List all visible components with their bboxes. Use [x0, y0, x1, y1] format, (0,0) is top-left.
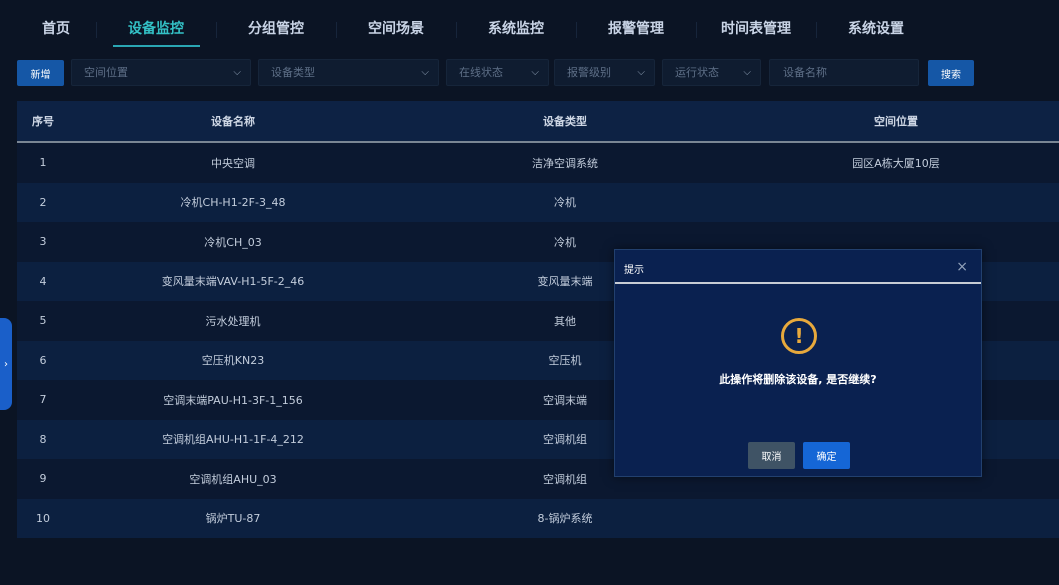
cell-device-type: 8-锅炉系统 [537, 512, 593, 526]
tab-system-settings[interactable]: 系统设置 [816, 14, 936, 46]
run-status-select[interactable]: 运行状态 ⌵ [662, 59, 761, 86]
cell-index: 9 [39, 472, 47, 486]
alarm-level-select-label: 报警级别 [567, 66, 611, 79]
tab-group-control[interactable]: 分组管控 [216, 14, 336, 46]
cell-device-type: 洁净空调系统 [532, 156, 598, 170]
cell-device-name: 空压机KN23 [201, 354, 265, 368]
cell-index: 10 [36, 511, 50, 525]
cell-device-type: 冷机 [554, 235, 576, 249]
warning-icon: ! [781, 318, 817, 354]
cell-index: 6 [39, 353, 47, 367]
tab-device-monitor[interactable]: 设备监控 [96, 14, 216, 47]
chevron-down-icon: ⌵ [233, 67, 241, 78]
table-row[interactable]: 2 冷机CH-H1-2F-3_48 冷机 [17, 182, 1059, 222]
confirm-dialog: 提示 × ! 此操作将删除该设备, 是否继续? 取消 确定 [614, 249, 982, 477]
device-type-select-label: 设备类型 [271, 66, 315, 79]
cell-index: 7 [39, 393, 47, 407]
chevron-down-icon: ⌵ [531, 67, 539, 78]
chevron-down-icon: ⌵ [743, 67, 751, 78]
top-nav: 首页 设备监控 分组管控 空间场景 系统监控 报警管理 时间表管理 系统设置 [16, 14, 1059, 47]
cell-index: 1 [39, 156, 47, 170]
cell-device-name: 空调末端PAU-H1-3F-1_156 [163, 393, 303, 407]
new-button[interactable]: 新增 [17, 60, 64, 86]
space-select-label: 空间位置 [84, 66, 128, 79]
header-device-name: 设备名称 [211, 115, 255, 128]
cell-index: 5 [39, 314, 47, 328]
search-button[interactable]: 搜索 [928, 60, 974, 86]
alarm-level-select[interactable]: 报警级别 ⌵ [554, 59, 655, 86]
cell-space-location: 园区A栋大厦10层 [852, 156, 940, 170]
table-header: 序号 设备名称 设备类型 空间位置 [17, 101, 1059, 143]
online-status-select[interactable]: 在线状态 ⌵ [446, 59, 549, 86]
cell-index: 3 [39, 235, 47, 249]
tab-system-monitor[interactable]: 系统监控 [456, 14, 576, 46]
dialog-title: 提示 [624, 265, 644, 276]
cell-device-name: 变风量末端VAV-H1-5F-2_46 [161, 275, 305, 289]
tab-alarm-management[interactable]: 报警管理 [576, 14, 696, 46]
cell-device-name: 锅炉TU-87 [205, 512, 261, 526]
table-row[interactable]: 10 锅炉TU-87 8-锅炉系统 [17, 498, 1059, 538]
dialog-header: 提示 × [615, 250, 981, 284]
cell-device-name: 冷机CH_03 [204, 235, 262, 249]
device-name-input[interactable]: 设备名称 [769, 59, 919, 86]
cell-device-name: 冷机CH-H1-2F-3_48 [180, 196, 286, 210]
tab-schedule-management[interactable]: 时间表管理 [696, 14, 816, 46]
close-icon[interactable]: × [956, 259, 968, 275]
cell-device-type: 冷机 [554, 196, 576, 210]
cell-device-name: 空调机组AHU-H1-1F-4_212 [162, 433, 304, 447]
online-status-select-label: 在线状态 [459, 66, 503, 79]
chevron-down-icon: ⌵ [637, 67, 645, 78]
device-name-placeholder: 设备名称 [783, 66, 827, 79]
sidebar-expand-handle[interactable]: › [0, 318, 12, 410]
tab-home[interactable]: 首页 [16, 14, 96, 46]
header-device-type: 设备类型 [543, 115, 587, 128]
header-index: 序号 [32, 115, 54, 128]
table-row[interactable]: 1 中央空调 洁净空调系统 园区A栋大厦10层 [17, 143, 1059, 183]
tab-space-scene[interactable]: 空间场景 [336, 14, 456, 46]
chevron-right-icon: › [4, 358, 8, 370]
run-status-select-label: 运行状态 [675, 66, 719, 79]
cell-device-name: 中央空调 [211, 156, 255, 170]
device-type-select[interactable]: 设备类型 ⌵ [258, 59, 439, 86]
dialog-message: 此操作将删除该设备, 是否继续? [719, 373, 877, 386]
chevron-down-icon: ⌵ [421, 67, 429, 78]
cell-device-name: 空调机组AHU_03 [189, 472, 277, 486]
cell-index: 8 [39, 432, 47, 446]
cell-index: 4 [39, 274, 47, 288]
cell-index: 2 [39, 195, 47, 209]
header-space-location: 空间位置 [874, 115, 918, 128]
cancel-button[interactable]: 取消 [748, 442, 795, 469]
confirm-button[interactable]: 确定 [803, 442, 850, 469]
cell-device-name: 污水处理机 [205, 314, 261, 328]
space-select[interactable]: 空间位置 ⌵ [71, 59, 251, 86]
